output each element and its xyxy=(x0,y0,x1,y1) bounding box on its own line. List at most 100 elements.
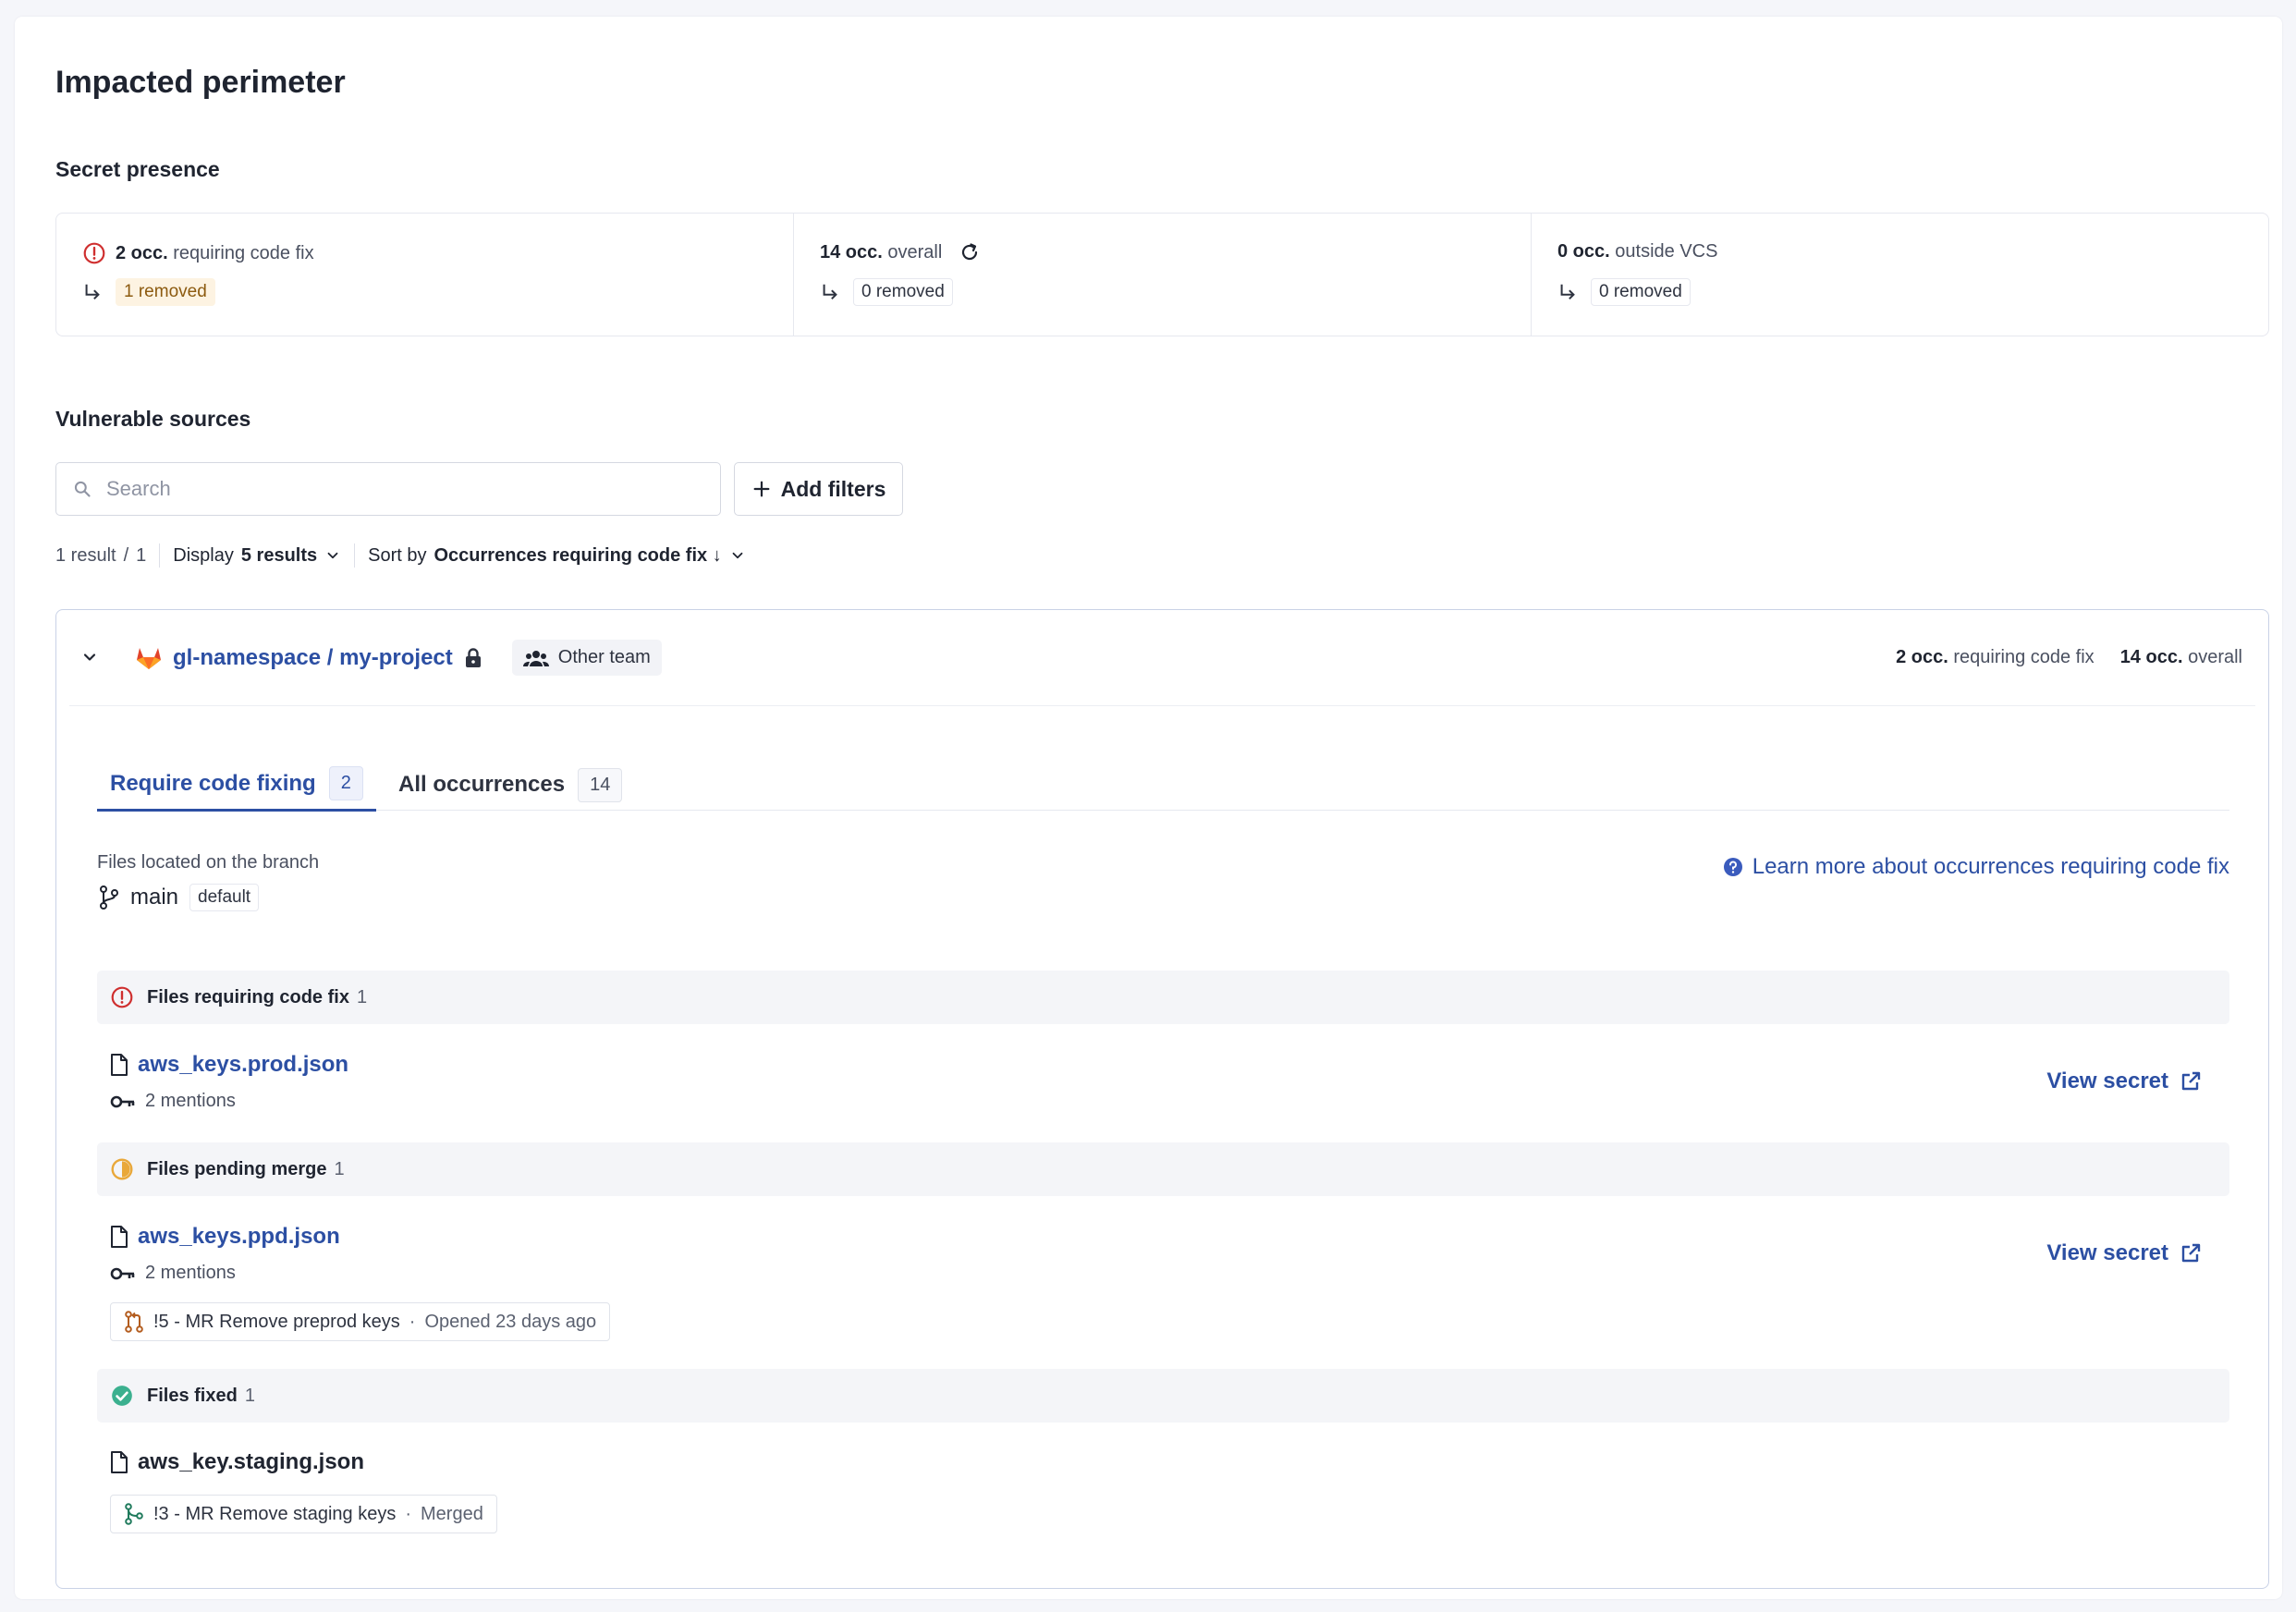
search-box[interactable] xyxy=(55,462,721,516)
sort-label: Sort by xyxy=(368,544,427,566)
mr-title: !3 - MR Remove staging keys xyxy=(153,1503,397,1524)
presence-fix-count: 2 occ. xyxy=(116,242,168,263)
group-files-pending-merge: Files pending merge 1 xyxy=(97,1142,2229,1196)
branch-caption: Files located on the branch xyxy=(97,852,320,873)
check-circle-icon xyxy=(110,1384,134,1408)
refresh-icon[interactable] xyxy=(959,241,981,263)
mr-title: !5 - MR Remove preprod keys xyxy=(153,1311,400,1332)
pending-half-circle-icon xyxy=(110,1157,134,1181)
presence-col-fix: 2 occ. requiring code fix 1 removed xyxy=(56,214,794,336)
mr-status: Merged xyxy=(421,1503,483,1524)
mr-dot: · xyxy=(409,1311,416,1332)
removed-badge-fix: 1 removed xyxy=(116,278,215,306)
collapse-chevron-icon[interactable] xyxy=(80,648,99,666)
branch-icon xyxy=(99,885,119,910)
mr-status: Opened 23 days ago xyxy=(424,1311,597,1332)
group-fixed-label: Files fixed xyxy=(147,1385,238,1406)
file-icon xyxy=(110,1053,128,1077)
view-secret-button[interactable]: View secret xyxy=(2046,1240,2202,1266)
tab-all-occurrences[interactable]: All occurrences 14 xyxy=(398,758,623,812)
file-name-link[interactable]: aws_keys.prod.json xyxy=(138,1052,348,1078)
alert-circle-icon xyxy=(82,241,106,265)
display-label: Display xyxy=(173,544,234,566)
file-row-staging: aws_key.staging.json xyxy=(110,1449,364,1475)
sort-value: Occurrences requiring code fix ↓ xyxy=(434,544,722,566)
file-row-prod: aws_keys.prod.json xyxy=(110,1052,348,1078)
display-value: 5 results xyxy=(240,544,318,566)
project-panel: gl-namespace / my-project Other team 2 o… xyxy=(55,609,2269,1589)
mentions-label: 2 mentions xyxy=(145,1263,236,1283)
presence-fix-label: requiring code fix xyxy=(173,242,314,263)
file-mentions: 2 mentions xyxy=(110,1263,236,1284)
help-icon xyxy=(1723,857,1743,877)
mentions-label: 2 mentions xyxy=(145,1091,236,1111)
project-fix-label: requiring code fix xyxy=(1953,647,2094,667)
team-badge: Other team xyxy=(511,640,662,676)
branch-name: main xyxy=(130,885,179,910)
tab-require-code-fixing[interactable]: Require code fixing 2 xyxy=(97,758,376,812)
merge-request-chip[interactable]: !3 - MR Remove staging keys · Merged xyxy=(110,1495,497,1533)
secret-presence-box: 2 occ. requiring code fix 1 removed 14 o… xyxy=(55,213,2269,336)
project-name-link[interactable]: gl-namespace / my-project xyxy=(173,645,453,671)
external-link-icon xyxy=(2180,1242,2202,1264)
result-count: 1 result xyxy=(55,544,116,566)
result-bar: 1 result / 1 Display 5 results Sort by O… xyxy=(55,542,746,569)
impacted-perimeter-card: Impacted perimeter Secret presence 2 occ… xyxy=(15,17,2282,1599)
merge-request-open-icon xyxy=(124,1311,144,1333)
secret-presence-title: Secret presence xyxy=(55,157,220,181)
team-icon xyxy=(522,649,549,667)
tab-all-label: All occurrences xyxy=(398,772,566,797)
add-filters-label: Add filters xyxy=(780,476,886,501)
search-input[interactable] xyxy=(106,477,679,501)
search-icon xyxy=(73,480,92,498)
group-pending-count: 1 xyxy=(334,1158,345,1179)
presence-overall-count: 14 occ. xyxy=(820,241,883,263)
chevron-down-icon xyxy=(729,547,746,564)
project-fix-count: 2 occ. xyxy=(1896,647,1948,667)
project-overall-label: overall xyxy=(2188,647,2242,667)
chevron-down-icon xyxy=(324,547,341,564)
sort-dropdown[interactable]: Sort by Occurrences requiring code fix ↓ xyxy=(368,545,746,567)
plus-icon xyxy=(751,479,772,499)
removed-badge-outside: 0 removed xyxy=(1591,278,1691,306)
group-files-fixed: Files fixed 1 xyxy=(97,1369,2229,1423)
result-total: 1 xyxy=(136,544,147,566)
presence-outside-label: outside VCS xyxy=(1615,241,1718,262)
view-secret-label: View secret xyxy=(2046,1240,2168,1265)
view-secret-label: View secret xyxy=(2046,1069,2168,1093)
file-row-ppd: aws_keys.ppd.json xyxy=(110,1224,340,1250)
gitlab-icon xyxy=(136,646,162,670)
presence-col-outside-vcs: 0 occ. outside VCS 0 removed xyxy=(1532,214,2268,336)
learn-more-label: Learn more about occurrences requiring c… xyxy=(1752,854,2229,879)
project-stats: 2 occ. requiring code fix 14 occ. overal… xyxy=(1896,647,2242,668)
display-dropdown[interactable]: Display 5 results xyxy=(173,545,341,567)
file-name-link[interactable]: aws_keys.ppd.json xyxy=(138,1224,340,1250)
file-mentions: 2 mentions xyxy=(110,1091,236,1112)
alert-circle-icon xyxy=(110,985,134,1009)
return-arrow-icon xyxy=(1557,282,1578,302)
file-name: aws_key.staging.json xyxy=(138,1449,364,1474)
branch-default-badge: default xyxy=(189,884,260,911)
group-fix-count: 1 xyxy=(356,986,368,1008)
view-secret-button[interactable]: View secret xyxy=(2046,1069,2202,1094)
merge-request-chip[interactable]: !5 - MR Remove preprod keys · Opened 23 … xyxy=(110,1302,611,1341)
mr-dot: · xyxy=(405,1503,411,1524)
group-fixed-count: 1 xyxy=(244,1385,255,1406)
external-link-icon xyxy=(2180,1070,2202,1093)
team-label: Other team xyxy=(557,647,651,667)
group-fix-label: Files requiring code fix xyxy=(147,986,349,1008)
presence-col-overall: 14 occ. overall 0 removed xyxy=(794,214,1532,336)
presence-outside-count: 0 occ. xyxy=(1557,241,1610,262)
group-files-requiring-fix: Files requiring code fix 1 xyxy=(97,971,2229,1024)
branch-info: main default xyxy=(99,884,260,911)
group-pending-label: Files pending merge xyxy=(147,1158,327,1179)
return-arrow-icon xyxy=(82,282,103,302)
project-overall-count: 14 occ. xyxy=(2119,647,2183,667)
vulnerable-sources-title: Vulnerable sources xyxy=(55,407,251,431)
tab-all-count: 14 xyxy=(578,767,623,802)
key-icon xyxy=(110,1265,136,1282)
learn-more-link[interactable]: Learn more about occurrences requiring c… xyxy=(1723,854,2229,880)
lock-icon xyxy=(464,647,482,668)
add-filters-button[interactable]: Add filters xyxy=(734,462,903,516)
merge-request-merged-icon xyxy=(124,1503,144,1525)
